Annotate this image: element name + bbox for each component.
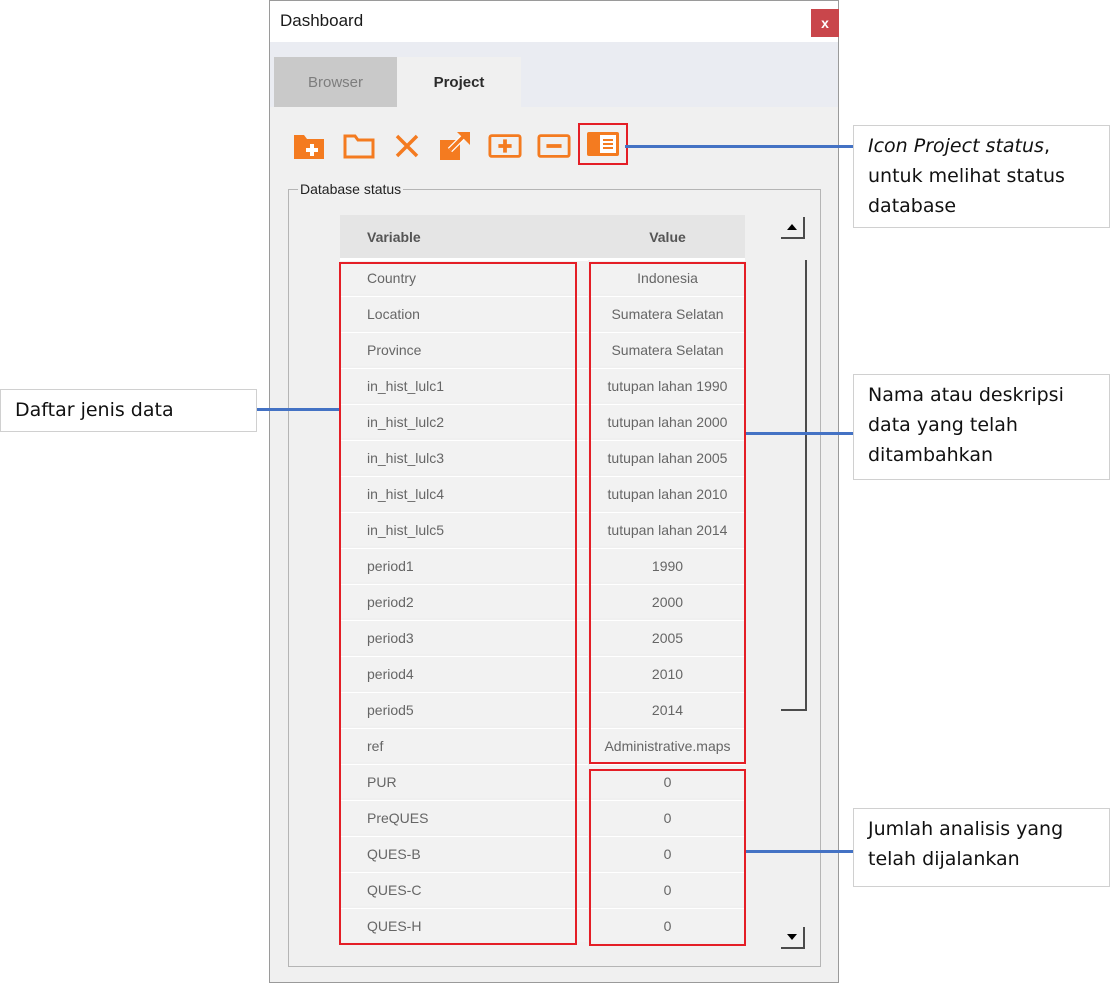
scroll-down-arrow-icon — [787, 934, 797, 940]
scrollbar-thumb[interactable] — [781, 260, 807, 711]
open-folder-icon[interactable] — [342, 129, 376, 163]
scroll-down-button[interactable] — [781, 927, 805, 949]
data-types-connector — [257, 408, 339, 411]
remove-icon[interactable] — [537, 129, 571, 163]
tab-browser[interactable]: Browser — [274, 57, 397, 107]
close-button[interactable]: x — [811, 9, 839, 37]
delete-icon[interactable] — [390, 129, 424, 163]
database-status-label: Database status — [298, 181, 404, 197]
scroll-up-button[interactable] — [781, 217, 805, 239]
window-title: Dashboard — [280, 11, 364, 30]
tab-strip: Browser Project — [270, 42, 838, 107]
value-description-highlight — [589, 262, 746, 764]
data-description-callout: Nama atau deskripsi data yang telah dita… — [853, 374, 1110, 480]
title-bar: Dashboard x — [270, 1, 839, 42]
variable-column-highlight — [339, 262, 577, 945]
analysis-count-connector — [746, 850, 853, 853]
add-icon[interactable] — [488, 129, 522, 163]
data-types-callout: Daftar jenis data — [0, 389, 257, 432]
data-description-connector — [746, 432, 853, 435]
analysis-count-highlight — [589, 769, 746, 946]
project-status-icon[interactable] — [578, 123, 628, 165]
tab-project[interactable]: Project — [397, 57, 521, 107]
new-folder-icon[interactable] — [292, 129, 326, 163]
table-header: Variable Value — [340, 215, 745, 260]
export-icon[interactable] — [438, 129, 472, 163]
column-header-value[interactable]: Value — [590, 215, 745, 258]
project-status-callout-title: Icon Project status — [868, 135, 1044, 157]
analysis-count-callout: Jumlah analisis yang telah dijalankan — [853, 808, 1110, 887]
scroll-up-arrow-icon — [787, 224, 797, 230]
project-status-connector — [625, 145, 853, 148]
project-status-callout: Icon Project status, untuk melihat statu… — [853, 125, 1110, 228]
column-header-variable[interactable]: Variable — [340, 215, 590, 258]
